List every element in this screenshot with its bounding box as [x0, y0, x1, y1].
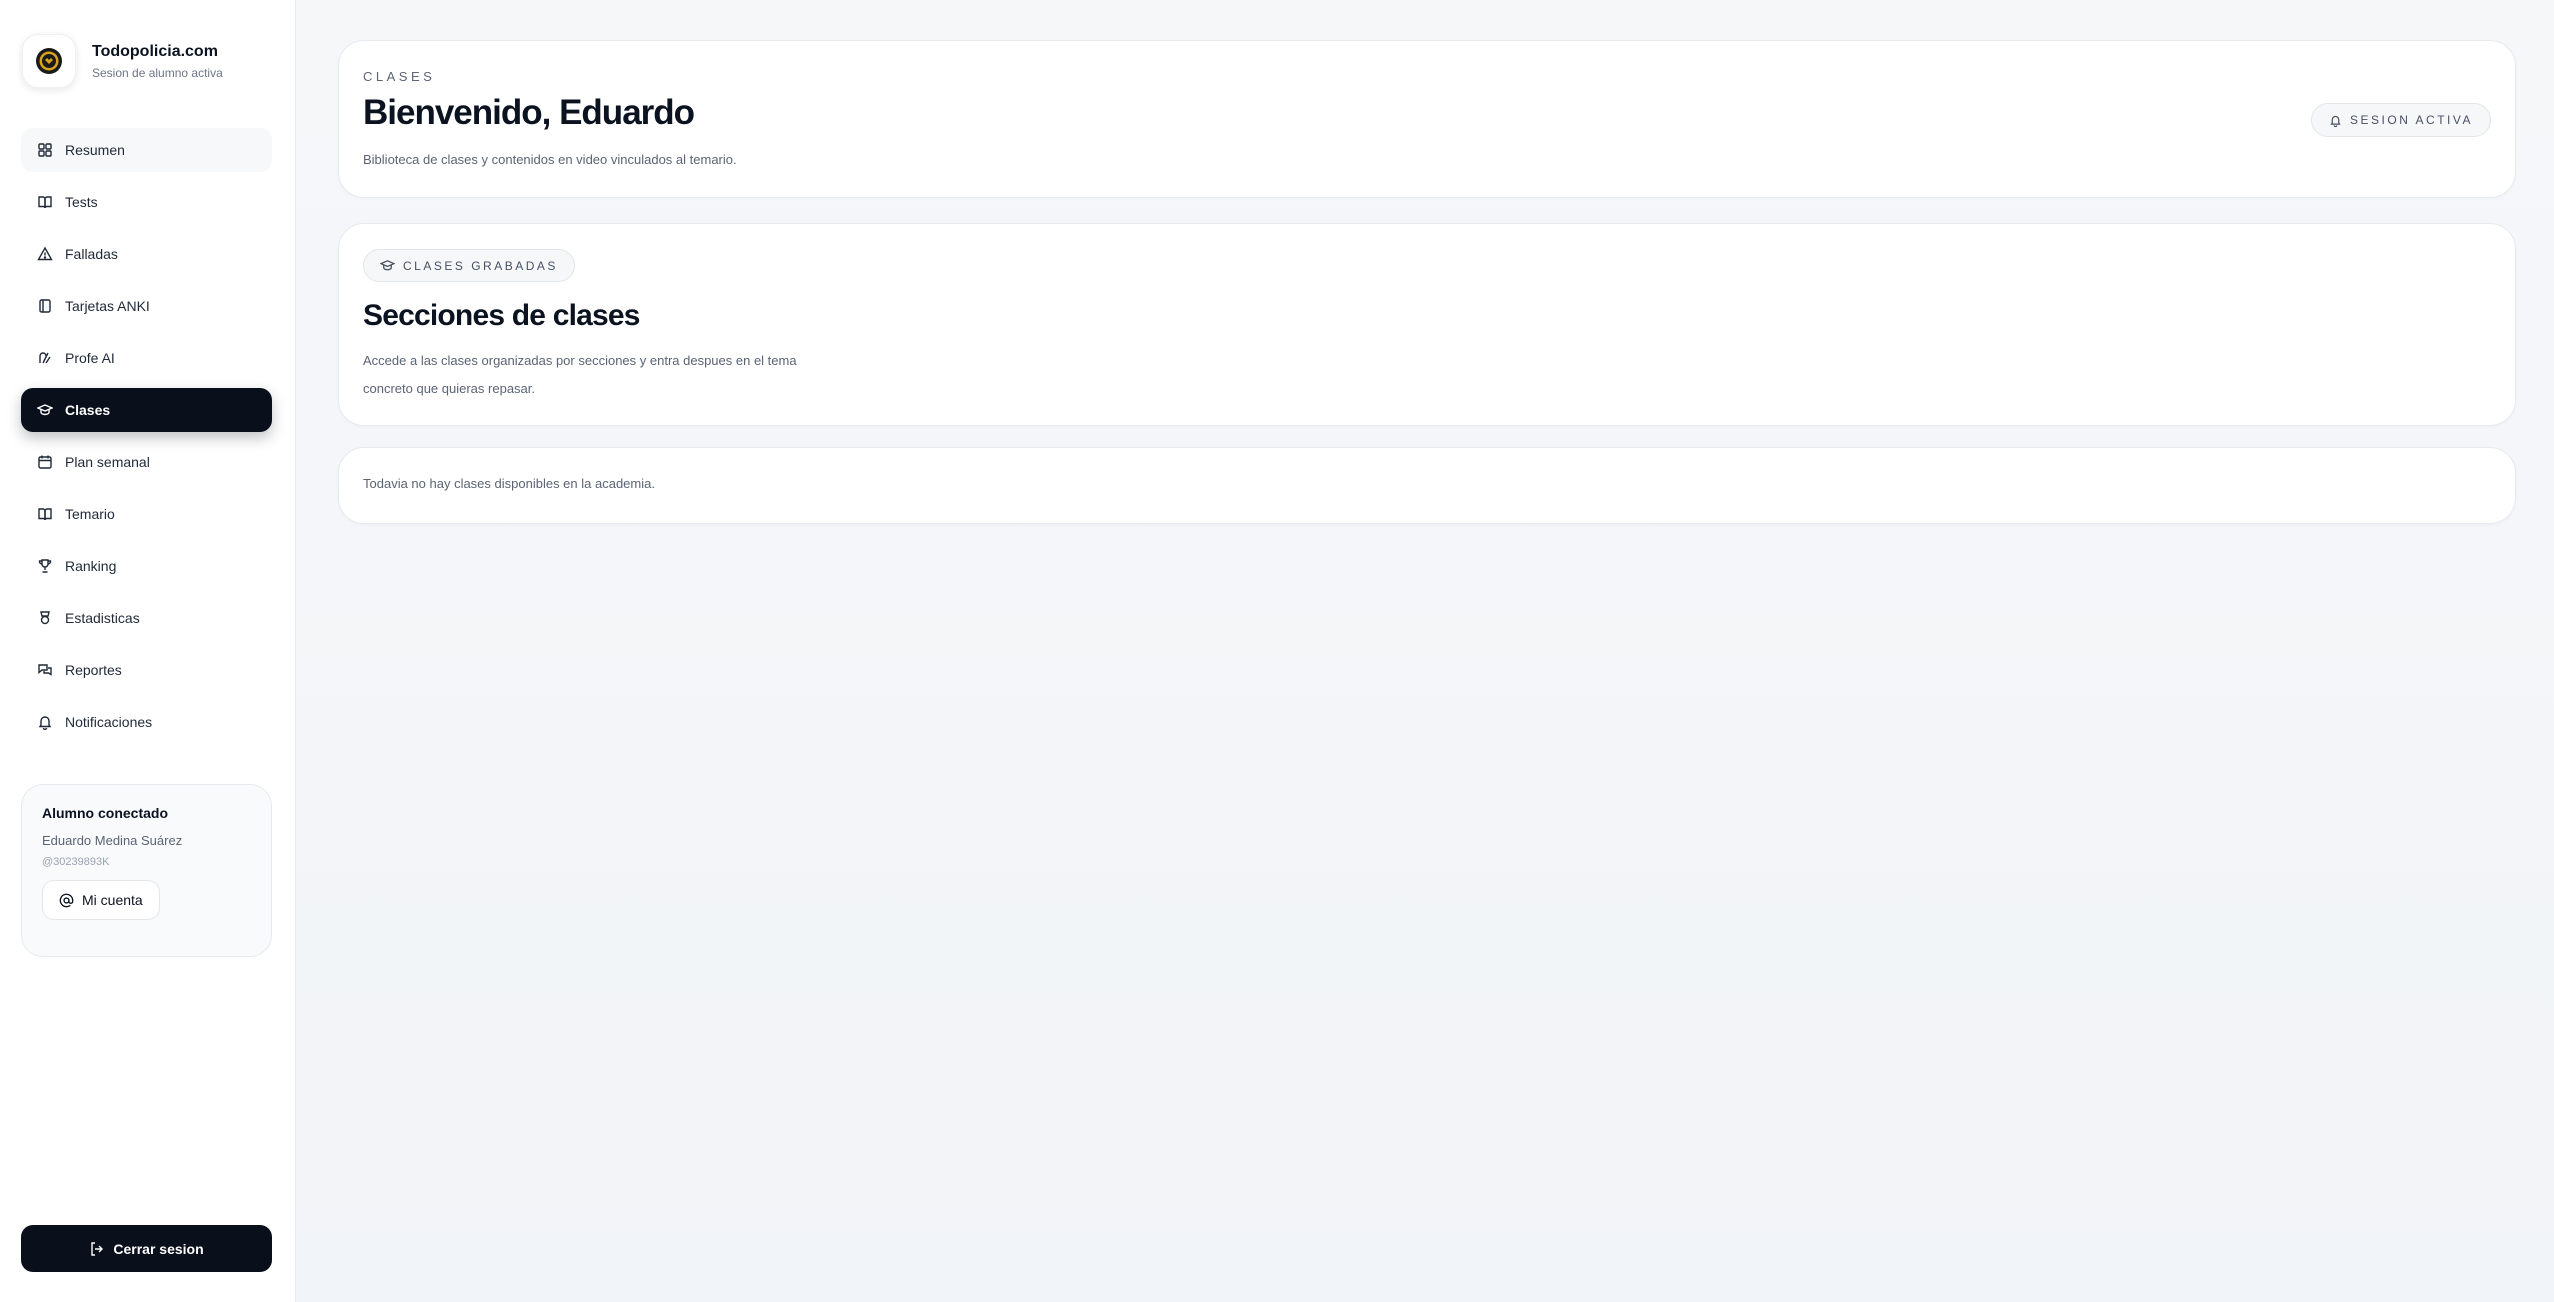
calendar-icon — [37, 454, 65, 470]
my-account-label: Mi cuenta — [82, 892, 143, 908]
sidebar-item-estadisticas[interactable]: Estadisticas — [21, 596, 272, 640]
sidebar-item-notificaciones[interactable]: Notificaciones — [21, 700, 272, 744]
sidebar-item-label: Falladas — [65, 246, 118, 262]
user-card-heading: Alumno conectado — [42, 805, 169, 821]
session-status-label: SESION ACTIVA — [2350, 113, 2473, 127]
sidebar-item-label: Profe AI — [65, 350, 115, 366]
sidebar-item-resumen[interactable]: Resumen — [21, 128, 272, 172]
brand-subtitle: Sesion de alumno activa — [92, 66, 223, 80]
user-name: Eduardo Medina Suárez — [42, 833, 183, 848]
sidebar-item-ranking[interactable]: Ranking — [21, 544, 272, 588]
warning-icon — [37, 246, 65, 262]
sidebar-item-temario[interactable]: Temario — [21, 492, 272, 536]
sidebar-item-label: Notificaciones — [65, 714, 153, 730]
messages-icon — [37, 662, 65, 678]
brand[interactable]: Todopolicia.com Sesion de alumno activa — [22, 34, 223, 88]
grid-icon — [37, 142, 65, 158]
user-card: Alumno conectado Eduardo Medina Suárez @… — [21, 784, 272, 957]
page-description: Biblioteca de clases y contenidos en vid… — [363, 152, 737, 167]
sidebar-item-label: Clases — [65, 402, 111, 418]
logout-icon — [91, 1241, 104, 1256]
sidebar-item-tests[interactable]: Tests — [21, 180, 272, 224]
sidebar-item-label: Ranking — [65, 558, 117, 574]
my-account-button[interactable]: Mi cuenta — [42, 880, 160, 920]
police-badge-icon — [36, 48, 62, 74]
recorded-classes-tag: CLASES GRABADAS — [363, 249, 575, 282]
recorded-classes-label: CLASES GRABADAS — [403, 258, 558, 273]
sidebar-item-falladas[interactable]: Falladas — [21, 232, 272, 276]
bell-icon — [37, 714, 65, 730]
sidebar-item-reportes[interactable]: Reportes — [21, 648, 272, 692]
sections-card: CLASES GRABADAS Secciones de clases Acce… — [338, 223, 2516, 426]
logout-label: Cerrar sesion — [113, 1240, 204, 1257]
sections-description: Accede a las clases organizadas por secc… — [363, 353, 797, 396]
header-card: CLASES Bienvenido, Eduardo Biblioteca de… — [338, 40, 2516, 198]
empty-state-message: Todavia no hay clases disponibles en la … — [363, 476, 655, 491]
empty-state-card: Todavia no hay clases disponibles en la … — [338, 447, 2516, 524]
sidebar-item-label: Temario — [65, 506, 115, 522]
sidebar-item-profe-ai[interactable]: Profe AI — [21, 336, 272, 380]
graduation-cap-icon — [380, 260, 395, 271]
sidebar-item-label: Tarjetas ANKI — [65, 298, 150, 314]
sidebar-item-label: Estadisticas — [65, 610, 140, 626]
sidebar-item-tarjetas-anki[interactable]: Tarjetas ANKI — [21, 284, 272, 328]
page-title: Bienvenido, Eduardo — [363, 93, 695, 132]
sidebar-item-label: Reportes — [65, 662, 122, 678]
logout-button[interactable]: Cerrar sesion — [21, 1225, 272, 1272]
trophy-icon — [37, 558, 65, 574]
cards-icon — [37, 298, 65, 314]
award-icon — [37, 610, 65, 626]
ai-icon — [37, 350, 65, 366]
graduation-cap-icon — [37, 402, 65, 418]
at-sign-icon — [59, 893, 74, 907]
brand-title: Todopolicia.com — [92, 43, 218, 60]
book-icon — [37, 194, 65, 210]
sidebar-item-label: Plan semanal — [65, 454, 150, 470]
sidebar-item-plan-semanal[interactable]: Plan semanal — [21, 440, 272, 484]
brand-logo — [22, 34, 76, 88]
sidebar-item-label: Resumen — [65, 142, 125, 158]
sidebar-item-label: Tests — [65, 194, 98, 210]
sidebar: Todopolicia.com Sesion de alumno activa … — [0, 0, 296, 1302]
page-eyebrow: CLASES — [363, 69, 436, 84]
sidebar-item-clases[interactable]: Clases — [21, 388, 272, 432]
bell-icon — [2330, 115, 2341, 127]
sidebar-nav: Resumen Tests Falladas Tarjetas ANKI Pro… — [21, 128, 272, 752]
user-handle: @30239893K — [42, 856, 110, 868]
session-status-badge: SESION ACTIVA — [2311, 103, 2491, 137]
sections-title: Secciones de clases — [363, 299, 640, 332]
book-icon — [37, 506, 65, 522]
